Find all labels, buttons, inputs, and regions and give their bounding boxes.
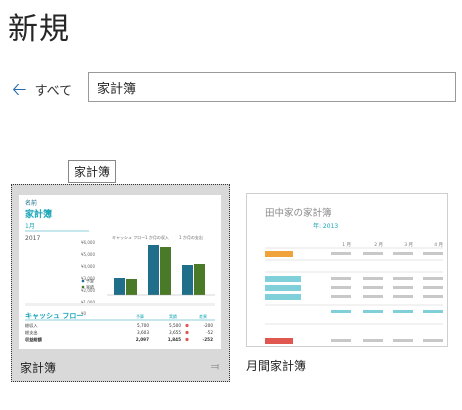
y-tick: ¥6,000 [81,240,95,245]
chart-header-cashflow: キャッシュ フロー [112,235,145,240]
month-header: 3 月 [404,242,413,248]
preview-year: 年: 2013 [313,222,338,230]
preview-title: 家計簿 [25,208,52,220]
household-preview: 名前 家計簿 1月 2017 キャッシュ フロー 1 か月の収入 1 か月の支出… [25,199,215,343]
cashflow-header-diff: 差異 [199,313,207,319]
search-input[interactable] [88,72,456,102]
row-budget: 5,700 [137,323,149,328]
row-diff: -252 [203,337,214,342]
legend-budget: 予算 [86,278,94,284]
pin-icon[interactable]: ⫤ [211,360,219,374]
y-tick: ¥4,000 [81,264,95,269]
template-thumbnail: 名前 家計簿 1月 2017 キャッシュ フロー 1 か月の収入 1 か月の支出… [19,195,221,349]
back-arrow-icon: 🡠 [12,78,27,100]
row-diff: -200 [203,323,213,328]
preview-title: 田中家の家計簿 [265,207,332,219]
month-header: 2 月 [374,242,383,248]
row-budget: 3,603 [137,330,149,335]
month-header: 1 月 [342,242,351,248]
chart-header-expense: 1 か月の支出 [179,234,203,240]
row-actual: 1,845 [168,337,181,342]
row-actual: 3,655 [169,330,181,335]
legend-actual: 実績 [86,284,94,290]
template-card-household[interactable]: 名前 家計簿 1月 2017 キャッシュ フロー 1 か月の収入 1 か月の支出… [11,184,230,382]
preview-name-label: 名前 [25,199,37,207]
row-budget: 2,097 [136,337,149,342]
row-label: 総収入 [25,322,38,329]
preview-year: 2017 [25,235,40,242]
template-label: 月間家計簿 [246,359,307,373]
back-label: すべて [34,84,73,99]
cashflow-header-budget: 予算 [136,313,144,319]
row-diff: -52 [206,330,213,335]
preview-month: 1月 [25,223,35,230]
monthly-preview: 田中家の家計簿 年: 2013 1 月 2 月 3 月 4 月 [265,207,443,344]
row-label: 収益総額 [25,336,43,343]
cashflow-title: キャッシュ フロー [25,312,83,320]
month-header: 4 月 [434,242,443,248]
y-tick: ¥5,000 [81,252,95,257]
template-card-monthly[interactable]: 田中家の家計簿 年: 2013 1 月 2 月 3 月 4 月 [246,193,448,347]
template-label: 家計簿 [20,361,57,375]
cashflow-header-actual: 実績 [169,313,177,319]
row-label: 総支出 [25,329,38,336]
tooltip: 家計簿 [68,160,117,183]
chart-header-income: 1 か月の収入 [145,234,169,240]
row-actual: 5,500 [169,323,181,328]
page-title: 新規 [8,12,70,47]
back-button[interactable]: 🡠 すべて [12,80,72,99]
